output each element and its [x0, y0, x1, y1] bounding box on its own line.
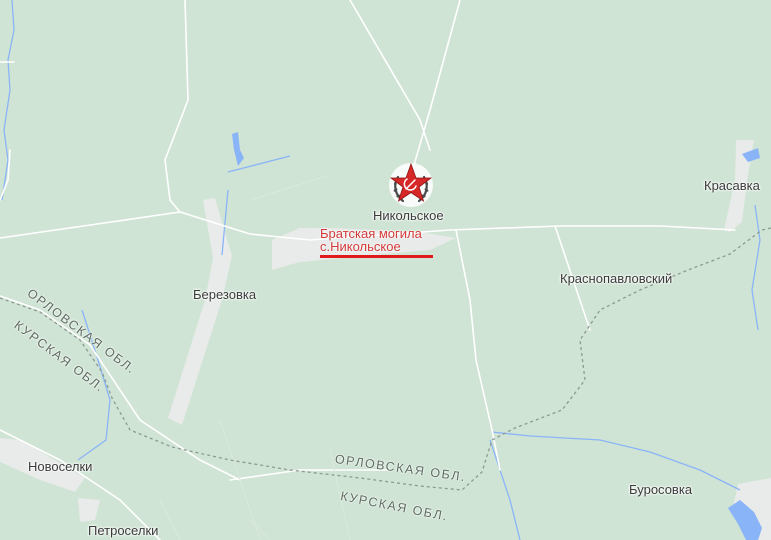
road-west-edge	[0, 149, 11, 201]
place-label-nikolskoe[interactable]: Никольское	[373, 208, 444, 223]
track-1	[249, 174, 331, 201]
track-2	[219, 419, 261, 540]
place-label-krasnopavlovsky[interactable]: Краснопавловский	[560, 271, 672, 286]
place-label-novoselki[interactable]: Новоселки	[28, 459, 92, 474]
road-north-1	[349, 0, 431, 151]
settlement-areas	[0, 140, 771, 540]
water-bodies	[232, 132, 762, 540]
water-pond-north	[232, 132, 244, 166]
track-4	[249, 519, 271, 540]
road-north-west	[164, 0, 189, 213]
place-label-burosovka[interactable]: Буросовка	[629, 482, 692, 497]
soviet-star-memorial-icon[interactable]	[387, 161, 435, 209]
stream-east	[751, 204, 761, 331]
place-label-krasavka[interactable]: Красавка	[704, 178, 760, 193]
stream-south	[489, 439, 521, 540]
poi-label-line2[interactable]: с.Никольское	[320, 240, 401, 253]
stream-southeast	[491, 431, 741, 491]
road-south	[455, 229, 501, 471]
track-5	[159, 499, 181, 540]
poi-highlight-underline	[320, 255, 433, 258]
map-canvas[interactable]: ОРЛОВСКАЯ ОБЛ. КУРСКАЯ ОБЛ. ОРЛОВСКАЯ ОБ…	[0, 0, 771, 540]
settlement-petroselki	[78, 498, 100, 522]
settlement-berezovka	[168, 198, 232, 425]
road-south-connector	[229, 469, 391, 481]
place-label-petroselki[interactable]: Петроселки	[88, 523, 158, 538]
place-label-berezovka[interactable]: Березовка	[193, 287, 256, 302]
road-north-2	[413, 0, 461, 166]
